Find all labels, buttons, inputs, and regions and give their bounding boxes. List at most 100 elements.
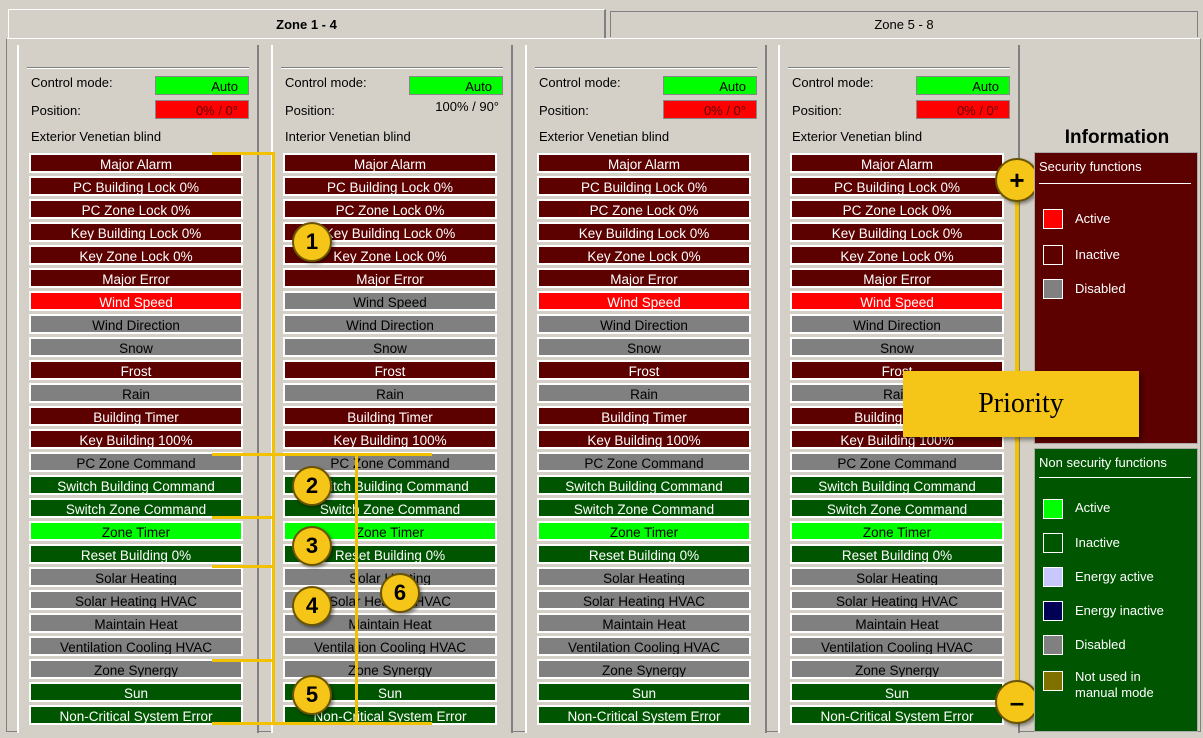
function-row[interactable]: Building Timer	[29, 406, 243, 426]
function-row[interactable]: Frost	[283, 360, 497, 380]
function-row[interactable]: Snow	[790, 337, 1004, 357]
position-label: Position:	[31, 103, 81, 118]
function-row[interactable]: Non-Critical System Error	[29, 705, 243, 725]
function-row[interactable]: Frost	[537, 360, 751, 380]
function-row[interactable]: Wind Direction	[790, 314, 1004, 334]
function-row[interactable]: Major Alarm	[29, 153, 243, 173]
function-row[interactable]: Reset Building 0%	[537, 544, 751, 564]
function-row[interactable]: Wind Speed	[283, 291, 497, 311]
function-row[interactable]: Zone Synergy	[537, 659, 751, 679]
function-row[interactable]: Key Building 100%	[283, 429, 497, 449]
function-row[interactable]: Major Error	[29, 268, 243, 288]
function-row[interactable]: Sun	[790, 682, 1004, 702]
function-row[interactable]: Ventilation Cooling HVAC	[790, 636, 1004, 656]
function-row[interactable]: Major Error	[537, 268, 751, 288]
function-row[interactable]: Wind Direction	[29, 314, 243, 334]
function-row[interactable]: Ventilation Cooling HVAC	[29, 636, 243, 656]
function-row[interactable]: Solar Heating HVAC	[537, 590, 751, 610]
function-row[interactable]: Key Building Lock 0%	[29, 222, 243, 242]
function-row[interactable]: Wind Direction	[537, 314, 751, 334]
function-row[interactable]: Key Zone Lock 0%	[29, 245, 243, 265]
function-row[interactable]: Wind Direction	[283, 314, 497, 334]
function-row[interactable]: Maintain Heat	[790, 613, 1004, 633]
function-row[interactable]: Zone Timer	[537, 521, 751, 541]
function-row[interactable]: PC Zone Lock 0%	[537, 199, 751, 219]
function-row[interactable]: Ventilation Cooling HVAC	[537, 636, 751, 656]
function-row[interactable]: Key Building Lock 0%	[537, 222, 751, 242]
function-row[interactable]: Zone Synergy	[790, 659, 1004, 679]
tab-zone-1-4[interactable]: Zone 1 - 4	[8, 9, 606, 39]
function-row[interactable]: Sun	[537, 682, 751, 702]
function-row[interactable]: Rain	[29, 383, 243, 403]
function-row[interactable]: Non-Critical System Error	[537, 705, 751, 725]
function-row[interactable]: Key Zone Lock 0%	[790, 245, 1004, 265]
function-row[interactable]: Key Zone Lock 0%	[537, 245, 751, 265]
function-row[interactable]: Maintain Heat	[537, 613, 751, 633]
function-row[interactable]: Wind Speed	[790, 291, 1004, 311]
control-mode-value[interactable]: Auto	[663, 76, 757, 95]
function-row[interactable]: PC Zone Lock 0%	[283, 199, 497, 219]
function-row[interactable]: PC Zone Command	[790, 452, 1004, 472]
function-row[interactable]: Switch Building Command	[790, 475, 1004, 495]
function-row[interactable]: Solar Heating	[790, 567, 1004, 587]
function-row[interactable]: Snow	[29, 337, 243, 357]
function-row[interactable]: Solar Heating	[537, 567, 751, 587]
blind-type-label: Exterior Venetian blind	[31, 129, 162, 144]
legend-ns-active-swatch	[1043, 499, 1063, 519]
function-row[interactable]: Wind Speed	[537, 291, 751, 311]
function-row[interactable]: Switch Building Command	[29, 475, 243, 495]
function-row[interactable]: Zone Timer	[29, 521, 243, 541]
function-row[interactable]: PC Building Lock 0%	[29, 176, 243, 196]
function-row[interactable]: Major Alarm	[283, 153, 497, 173]
function-row[interactable]: PC Building Lock 0%	[537, 176, 751, 196]
function-row[interactable]: Key Building 100%	[29, 429, 243, 449]
function-row[interactable]: Wind Speed	[29, 291, 243, 311]
function-row[interactable]: Solar Heating HVAC	[29, 590, 243, 610]
function-row[interactable]: Snow	[283, 337, 497, 357]
legend-ns-disabled-swatch	[1043, 635, 1063, 655]
function-row[interactable]: PC Building Lock 0%	[790, 176, 1004, 196]
function-row[interactable]: Key Building 100%	[537, 429, 751, 449]
control-mode-value[interactable]: Auto	[155, 76, 249, 95]
function-row[interactable]: Zone Synergy	[29, 659, 243, 679]
function-row[interactable]: Solar Heating HVAC	[790, 590, 1004, 610]
control-mode-value[interactable]: Auto	[916, 76, 1010, 95]
function-row[interactable]: Snow	[537, 337, 751, 357]
function-row[interactable]: Maintain Heat	[29, 613, 243, 633]
function-row[interactable]: PC Building Lock 0%	[283, 176, 497, 196]
function-row[interactable]: Reset Building 0%	[29, 544, 243, 564]
priority-badge-2: 2	[292, 466, 332, 506]
priority-badge-6: 6	[380, 573, 420, 613]
zone-column-1: Control mode: Auto Position: 0% / 0° Exterio…	[17, 45, 259, 733]
function-row[interactable]: Non-Critical System Error	[790, 705, 1004, 725]
function-row[interactable]: Rain	[283, 383, 497, 403]
function-row[interactable]: Key Building Lock 0%	[790, 222, 1004, 242]
security-functions-title: Security functions	[1039, 159, 1142, 174]
function-row[interactable]: PC Zone Lock 0%	[790, 199, 1004, 219]
function-row[interactable]: Switch Zone Command	[29, 498, 243, 518]
function-row[interactable]: Sun	[29, 682, 243, 702]
function-row[interactable]: Zone Timer	[790, 521, 1004, 541]
function-row[interactable]: Switch Building Command	[537, 475, 751, 495]
function-row[interactable]: Major Error	[283, 268, 497, 288]
function-row[interactable]: Reset Building 0%	[790, 544, 1004, 564]
blind-type-label: Exterior Venetian blind	[539, 129, 670, 144]
function-row[interactable]: PC Zone Command	[537, 452, 751, 472]
function-row[interactable]: PC Zone Command	[29, 452, 243, 472]
function-row[interactable]: Switch Zone Command	[790, 498, 1004, 518]
function-row[interactable]: Frost	[29, 360, 243, 380]
function-row[interactable]: PC Zone Lock 0%	[29, 199, 243, 219]
function-row[interactable]: Ventilation Cooling HVAC	[283, 636, 497, 656]
function-row[interactable]: Switch Zone Command	[537, 498, 751, 518]
control-mode-label: Control mode:	[792, 75, 874, 90]
function-row[interactable]: Major Alarm	[790, 153, 1004, 173]
function-row[interactable]: Major Alarm	[537, 153, 751, 173]
function-row[interactable]: Solar Heating	[29, 567, 243, 587]
function-row[interactable]: Rain	[537, 383, 751, 403]
tab-zone-5-8[interactable]: Zone 5 - 8	[610, 11, 1198, 37]
control-mode-value[interactable]: Auto	[409, 76, 503, 95]
function-row[interactable]: Building Timer	[283, 406, 497, 426]
position-value: 0% / 0°	[916, 100, 1010, 119]
function-row[interactable]: Major Error	[790, 268, 1004, 288]
function-row[interactable]: Building Timer	[537, 406, 751, 426]
